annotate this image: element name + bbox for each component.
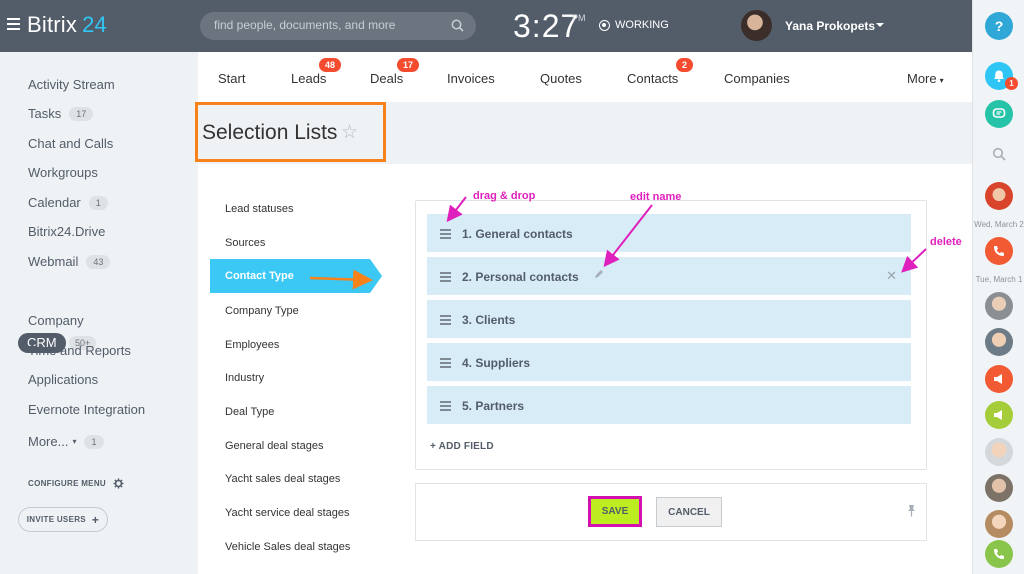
annotation-arrows: [309, 196, 927, 290]
arrow-contact-type: [309, 269, 373, 290]
arrow-edit-name: [603, 204, 653, 268]
arrow-delete: [901, 248, 927, 273]
arrow-drag-drop: [446, 196, 467, 223]
